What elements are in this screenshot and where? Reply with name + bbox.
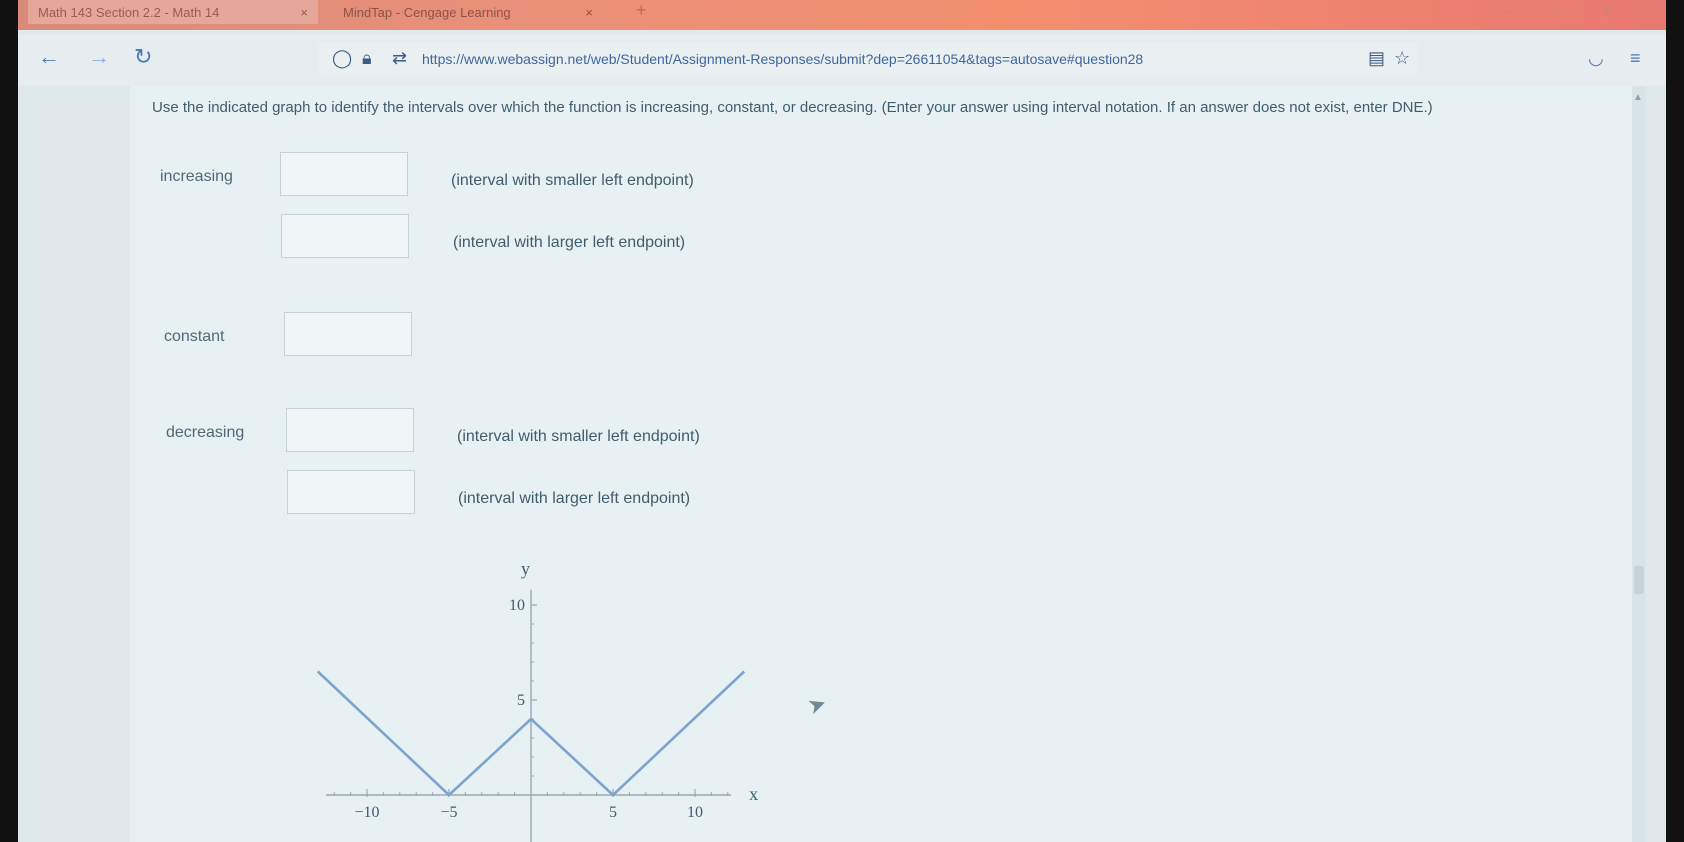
navigation-bar: ← → ↻ ◯ 🔒︎ ⇄ https://www.webassign.net/w… <box>18 34 1666 86</box>
reload-icon[interactable]: ↻ <box>134 44 152 70</box>
tab-mindtap[interactable]: MindTap - Cengage Learning × <box>333 0 603 24</box>
graph-axes: xy <box>326 559 758 842</box>
tab-label: MindTap - Cengage Learning <box>343 4 511 20</box>
decreasing-hint-1: (interval with smaller left endpoint) <box>457 428 700 445</box>
x-tick-label: −10 <box>354 804 379 821</box>
increasing-input-1[interactable] <box>280 152 408 196</box>
tab-math-143[interactable]: Math 143 Section 2.2 - Math 14 × <box>28 0 318 24</box>
constant-label: constant <box>164 328 225 345</box>
decreasing-input-2[interactable] <box>287 470 415 514</box>
lock-icon[interactable]: 🔒︎ <box>362 48 372 69</box>
forward-arrow-icon[interactable]: → <box>88 44 110 70</box>
back-arrow-icon[interactable]: ← <box>38 44 60 70</box>
y-tick-label: 5 <box>517 692 525 709</box>
reader-view-icon[interactable]: ▤ <box>1368 48 1385 69</box>
menu-icon[interactable]: ≡ <box>1630 48 1641 69</box>
permissions-icon[interactable]: ⇄ <box>392 48 407 69</box>
increasing-label: increasing <box>160 168 233 185</box>
close-tab-icon[interactable]: × <box>300 5 308 20</box>
page-scrollbar[interactable]: ▲ <box>1632 86 1646 842</box>
screen: Math 143 Section 2.2 - Math 14 × MindTap… <box>18 0 1666 842</box>
url-text[interactable]: https://www.webassign.net/web/Student/As… <box>422 51 1143 67</box>
increasing-hint-2: (interval with larger left endpoint) <box>453 234 686 251</box>
scrollbar-thumb[interactable] <box>1634 566 1644 594</box>
constant-input[interactable] <box>284 312 412 356</box>
decreasing-input-1[interactable] <box>286 408 414 452</box>
decreasing-label: decreasing <box>166 424 245 441</box>
window-controls[interactable]: —□✕ <box>1500 2 1654 19</box>
bookmark-star-icon[interactable]: ☆ <box>1394 48 1410 69</box>
x-tick-label: −5 <box>440 804 457 821</box>
question-prompt: Use the indicated graph to identify the … <box>152 99 1433 116</box>
decreasing-hint-2: (interval with larger left endpoint) <box>458 490 691 507</box>
shield-icon[interactable]: ◯ <box>332 48 352 69</box>
address-bar[interactable]: ◯ 🔒︎ ⇄ https://www.webassign.net/web/Stu… <box>318 42 1418 76</box>
y-tick-label: 10 <box>509 597 525 614</box>
increasing-input-2[interactable] <box>281 214 409 258</box>
tab-bar: Math 143 Section 2.2 - Math 14 × MindTap… <box>18 0 1666 30</box>
x-tick-label: 10 <box>687 804 703 821</box>
y-axis-label: y <box>521 559 530 579</box>
x-tick-label: 5 <box>609 804 617 821</box>
x-axis-label: x <box>749 784 758 804</box>
close-tab-icon[interactable]: × <box>585 5 593 20</box>
tab-label: Math 143 Section 2.2 - Math 14 <box>38 4 220 20</box>
function-graph: xy −10 −5 5 10510 <box>316 559 758 842</box>
new-tab-button[interactable]: + <box>636 0 647 21</box>
increasing-hint-1: (interval with smaller left endpoint) <box>451 172 694 189</box>
scroll-up-icon[interactable]: ▲ <box>1633 92 1643 103</box>
pocket-icon[interactable]: ◡ <box>1588 48 1604 69</box>
